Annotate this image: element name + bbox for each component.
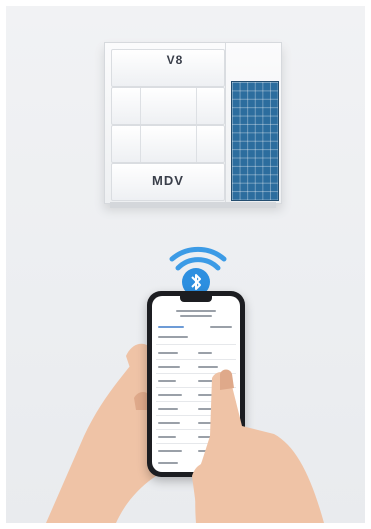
product-illustration: V8 MDV: [6, 6, 365, 523]
right-hand: [192, 369, 324, 523]
